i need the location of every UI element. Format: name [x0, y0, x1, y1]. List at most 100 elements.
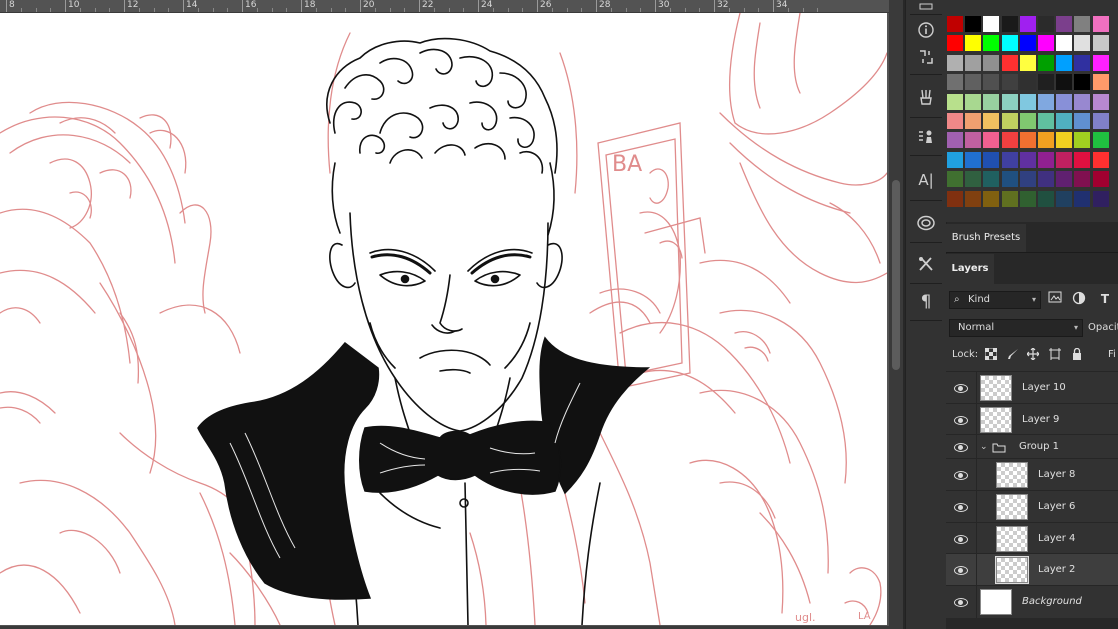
color-swatch[interactable]: [1038, 132, 1054, 149]
libraries-icon[interactable]: [912, 210, 940, 236]
color-swatch[interactable]: [947, 54, 963, 71]
color-swatch[interactable]: [983, 132, 1000, 149]
color-swatch[interactable]: [947, 151, 963, 168]
color-swatch[interactable]: [1092, 132, 1109, 149]
blend-mode-select[interactable]: Normal ▾: [949, 319, 1083, 337]
color-swatch[interactable]: [947, 132, 963, 149]
layer-thumbnail[interactable]: [980, 407, 1012, 433]
layer-thumbnail[interactable]: [980, 589, 1012, 615]
tab-layers[interactable]: Layers: [946, 254, 994, 284]
lock-image-brush-icon[interactable]: [1006, 348, 1020, 362]
visibility-eye-icon[interactable]: [954, 442, 968, 452]
color-swatch[interactable]: [947, 190, 963, 207]
layer-thumbnail[interactable]: [996, 526, 1028, 552]
visibility-eye-icon[interactable]: [954, 415, 968, 425]
color-swatch[interactable]: [1074, 93, 1091, 110]
color-swatch[interactable]: [1092, 54, 1109, 71]
color-swatch[interactable]: [1092, 113, 1109, 129]
color-swatch[interactable]: [1056, 171, 1073, 188]
color-swatch[interactable]: [947, 171, 963, 188]
color-swatch[interactable]: [1092, 190, 1109, 207]
color-swatch[interactable]: [1074, 132, 1091, 149]
color-swatch[interactable]: [965, 54, 982, 71]
color-swatch[interactable]: [1001, 113, 1018, 129]
type-filter-icon[interactable]: T: [1097, 291, 1113, 307]
color-swatch[interactable]: [1038, 190, 1054, 207]
brush-icon[interactable]: [912, 84, 940, 110]
layer-row[interactable]: Layer 9: [946, 403, 1118, 436]
color-swatch[interactable]: [1056, 113, 1073, 129]
color-swatch[interactable]: [1092, 171, 1109, 188]
color-swatch[interactable]: [965, 113, 982, 129]
info-icon[interactable]: [912, 17, 940, 43]
color-swatch[interactable]: [1019, 132, 1036, 149]
color-swatch[interactable]: [965, 190, 982, 207]
lock-position-icon[interactable]: [1026, 347, 1040, 362]
layer-thumbnail[interactable]: [980, 375, 1012, 401]
lock-transparent-icon[interactable]: [984, 347, 998, 362]
layer-row[interactable]: Layer 4: [946, 522, 1118, 555]
color-swatch[interactable]: [1038, 35, 1054, 52]
color-swatch[interactable]: [983, 171, 1000, 188]
color-swatch[interactable]: [1019, 171, 1036, 188]
layer-thumbnail[interactable]: [996, 462, 1028, 488]
color-swatch[interactable]: [1074, 16, 1091, 32]
color-swatch[interactable]: [983, 93, 1000, 110]
color-swatch[interactable]: [983, 113, 1000, 129]
color-swatch[interactable]: [983, 35, 1000, 52]
color-swatch[interactable]: [1074, 54, 1091, 71]
color-swatch[interactable]: [947, 113, 963, 129]
color-swatch[interactable]: [1092, 93, 1109, 110]
vertical-scrollbar[interactable]: [889, 0, 903, 629]
drawing[interactable]: BA ugl. LA: [0, 13, 887, 625]
artboard[interactable]: BA ugl. LA: [0, 13, 887, 625]
visibility-eye-icon[interactable]: [954, 597, 968, 607]
chevron-down-icon[interactable]: ⌄: [980, 435, 988, 459]
color-swatch[interactable]: [1056, 151, 1073, 168]
color-swatch[interactable]: [947, 74, 963, 91]
visibility-eye-icon[interactable]: [954, 383, 968, 393]
layer-row[interactable]: Layer 2: [946, 553, 1118, 586]
color-swatch[interactable]: [1056, 190, 1073, 207]
color-swatch[interactable]: [1074, 74, 1091, 91]
color-swatch[interactable]: [1001, 54, 1018, 71]
color-swatch[interactable]: [983, 151, 1000, 168]
color-swatch[interactable]: [1001, 35, 1018, 52]
color-swatch[interactable]: [1001, 16, 1018, 32]
visibility-eye-icon[interactable]: [954, 565, 968, 575]
color-swatch[interactable]: [965, 16, 982, 32]
color-swatch[interactable]: [1038, 54, 1054, 71]
color-swatch[interactable]: [947, 93, 963, 110]
color-swatch[interactable]: [947, 16, 963, 32]
layer-row[interactable]: Layer 8: [946, 458, 1118, 491]
paragraph-icon[interactable]: ¶: [912, 289, 940, 315]
visibility-eye-icon[interactable]: [954, 502, 968, 512]
color-swatch[interactable]: [1019, 16, 1036, 32]
color-swatch[interactable]: [1056, 16, 1073, 32]
color-swatch[interactable]: [1001, 190, 1018, 207]
color-swatch[interactable]: [1038, 171, 1054, 188]
tab-brush-presets[interactable]: Brush Presets: [946, 224, 1026, 252]
color-swatch[interactable]: [1074, 113, 1091, 129]
color-swatch[interactable]: [947, 35, 963, 52]
character-icon[interactable]: A|: [912, 167, 940, 193]
color-swatch[interactable]: [1056, 93, 1073, 110]
color-swatch[interactable]: [1092, 74, 1109, 91]
clone-source-icon[interactable]: [912, 124, 940, 150]
canvas-area[interactable]: BA ugl. LA: [0, 13, 889, 627]
image-filter-icon[interactable]: [1047, 291, 1063, 307]
color-swatch[interactable]: [1092, 151, 1109, 168]
color-swatch[interactable]: [965, 151, 982, 168]
color-swatch[interactable]: [965, 93, 982, 110]
color-swatch[interactable]: [1038, 113, 1054, 129]
color-swatch[interactable]: [965, 35, 982, 52]
color-swatch[interactable]: [1019, 54, 1036, 71]
color-swatch[interactable]: [965, 132, 982, 149]
color-swatch[interactable]: [1019, 151, 1036, 168]
color-swatch[interactable]: [1038, 93, 1054, 110]
color-swatch[interactable]: [1019, 190, 1036, 207]
color-swatch[interactable]: [1056, 74, 1073, 91]
lock-all-icon[interactable]: [1070, 347, 1084, 362]
color-swatch[interactable]: [983, 16, 1000, 32]
color-swatch[interactable]: [983, 74, 1000, 91]
